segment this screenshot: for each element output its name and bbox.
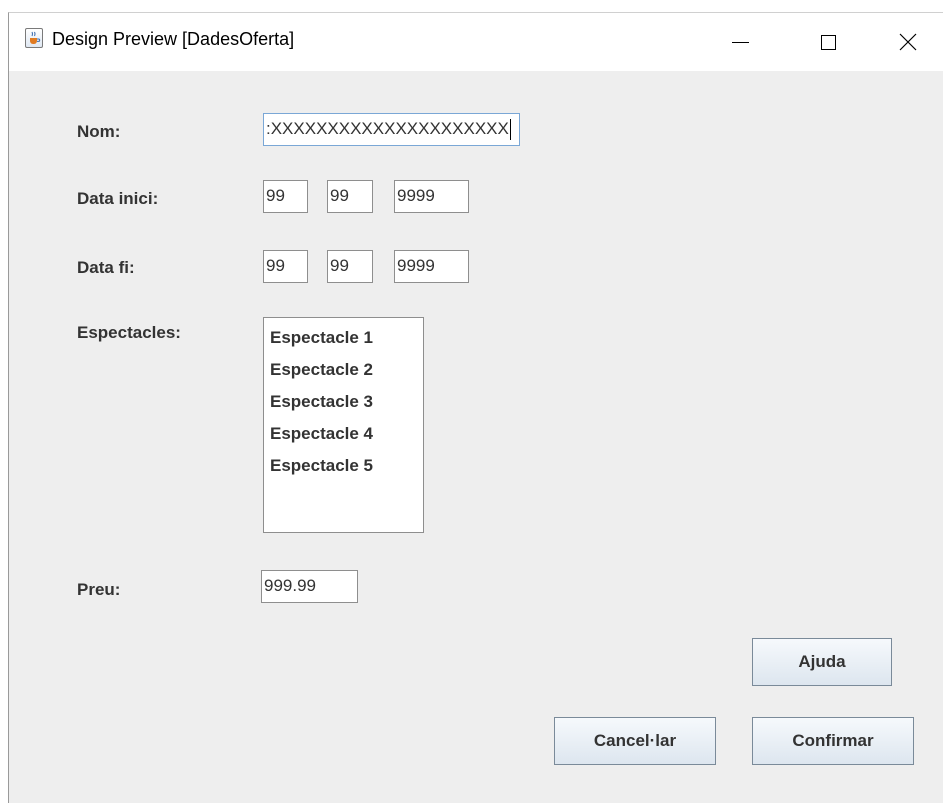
window-title: Design Preview [DadesOferta] — [52, 29, 295, 49]
data-fi-month-input[interactable]: 99 — [327, 250, 373, 283]
espectacles-label: Espectacles: — [77, 323, 181, 342]
list-item[interactable]: Espectacle 1 — [270, 323, 423, 355]
minimize-icon — [731, 41, 749, 43]
list-item[interactable]: Espectacle 4 — [270, 419, 423, 451]
cancelar-button[interactable]: Cancel·lar — [554, 717, 716, 765]
data-inici-year-input[interactable]: 9999 — [394, 180, 469, 213]
preu-value: 999.99 — [264, 576, 316, 595]
java-cup-icon — [25, 28, 43, 48]
data-fi-day-value: 99 — [266, 256, 285, 275]
nom-input[interactable]: :XXXXXXXXXXXXXXXXXXXXX — [263, 113, 520, 146]
data-inici-day-value: 99 — [266, 186, 285, 205]
ajuda-button[interactable]: Ajuda — [752, 638, 892, 686]
list-item[interactable]: Espectacle 5 — [270, 451, 423, 483]
espectacles-list[interactable]: Espectacle 1 Espectacle 2 Espectacle 3 E… — [263, 317, 424, 533]
nom-value: :XXXXXXXXXXXXXXXXXXXXX — [266, 119, 509, 138]
nom-label: Nom: — [77, 122, 121, 141]
close-button[interactable] — [885, 13, 931, 71]
maximize-icon — [820, 34, 836, 50]
data-fi-year-value: 9999 — [397, 256, 435, 275]
dialog-window: Design Preview [DadesOferta] Nom: :XXXXX… — [8, 12, 943, 803]
confirmar-button-label: Confirmar — [792, 731, 874, 750]
data-fi-label: Data fi: — [77, 258, 135, 277]
title-bar[interactable]: Design Preview [DadesOferta] — [9, 13, 943, 71]
data-inici-day-input[interactable]: 99 — [263, 180, 308, 213]
list-item[interactable]: Espectacle 2 — [270, 355, 423, 387]
maximize-button[interactable] — [805, 13, 851, 71]
data-inici-month-input[interactable]: 99 — [327, 180, 373, 213]
close-icon — [899, 33, 917, 51]
data-fi-month-value: 99 — [330, 256, 349, 275]
preu-label: Preu: — [77, 580, 121, 599]
minimize-button[interactable] — [717, 13, 763, 71]
list-item[interactable]: Espectacle 3 — [270, 387, 423, 419]
data-inici-label: Data inici: — [77, 189, 159, 208]
data-inici-year-value: 9999 — [397, 186, 435, 205]
data-inici-month-value: 99 — [330, 186, 349, 205]
data-fi-day-input[interactable]: 99 — [263, 250, 308, 283]
data-fi-year-input[interactable]: 9999 — [394, 250, 469, 283]
preu-input[interactable]: 999.99 — [261, 570, 358, 603]
confirmar-button[interactable]: Confirmar — [752, 717, 914, 765]
cancelar-button-label: Cancel·lar — [593, 731, 677, 750]
ajuda-button-label: Ajuda — [798, 652, 846, 671]
text-caret — [509, 119, 511, 140]
